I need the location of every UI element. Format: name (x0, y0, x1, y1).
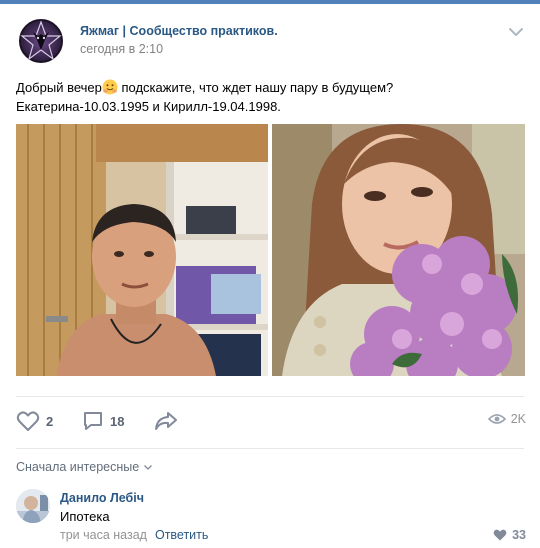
divider-comments-top (16, 448, 524, 449)
comment-meta: три часа назад Ответить (60, 528, 208, 542)
avatar-image (16, 489, 50, 523)
photo-woman-image (272, 124, 525, 376)
comments-sort-dropdown[interactable]: Сначала интересные (16, 460, 153, 474)
share-button[interactable] (154, 410, 178, 432)
comment-icon (84, 412, 102, 430)
post-text: Добрый вечер подскажите, что ждет нашу п… (16, 78, 526, 116)
post-text-line1-end: подскажите, что ждет нашу пару в будущем… (117, 80, 394, 95)
views-count: 2K (510, 412, 526, 426)
post-author-link[interactable]: Яжмаг | Сообщество практиков. (80, 24, 278, 38)
post-card: Яжмаг | Сообщество практиков. сегодня в … (0, 4, 540, 548)
like-button[interactable]: 2 (16, 410, 53, 432)
heart-icon (493, 529, 507, 541)
pentagram-goat-icon (16, 16, 66, 66)
comment-like-button[interactable]: 33 (493, 528, 526, 542)
comments-sort-label: Сначала интересные (16, 460, 140, 474)
comment-author-avatar[interactable] (16, 489, 50, 523)
like-count: 2 (46, 413, 54, 429)
comment-author-link[interactable]: Данило Лебіч (60, 491, 144, 505)
comment-reply-link[interactable]: Ответить (155, 528, 208, 542)
comment-count: 18 (110, 413, 125, 429)
divider-actions-top (16, 396, 524, 397)
comment-button[interactable]: 18 (82, 410, 124, 432)
comment-text: Ипотека (60, 509, 110, 524)
share-icon (155, 412, 177, 430)
photo-man-image (16, 124, 268, 376)
community-avatar[interactable] (16, 16, 66, 66)
views-counter: 2K (487, 412, 526, 426)
post-text-line1-start: Добрый вечер (16, 80, 102, 95)
heart-icon (16, 411, 40, 431)
eye-icon (487, 414, 506, 424)
post-text-line2: Екатерина-10.03.1995 и Кирилл-19.04.1998… (16, 99, 281, 114)
chevron-down-icon (144, 465, 153, 470)
post-photo-woman[interactable] (272, 124, 525, 376)
chevron-down-icon[interactable] (508, 26, 524, 38)
post-photo-man[interactable] (16, 124, 268, 376)
hugging-face-emoji-icon (102, 79, 118, 95)
comment-time[interactable]: три часа назад (60, 528, 147, 542)
comment-like-count: 33 (512, 528, 526, 542)
post-date[interactable]: сегодня в 2:10 (80, 42, 163, 56)
